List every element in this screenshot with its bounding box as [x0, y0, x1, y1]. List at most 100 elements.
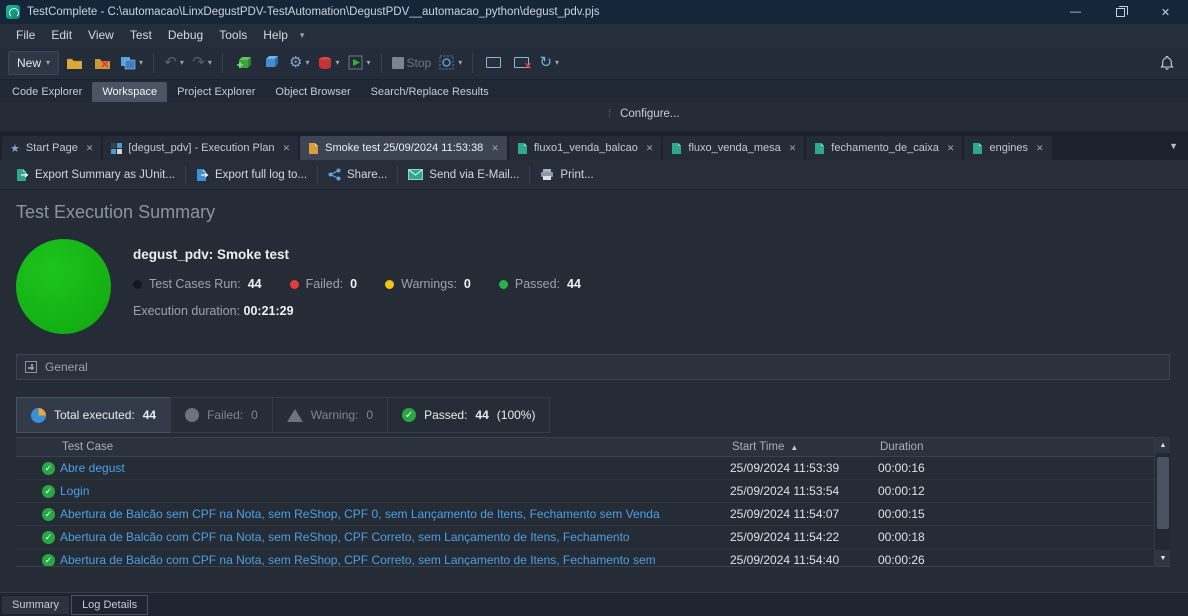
doc-tab-fluxo-venda-mesa[interactable]: fluxo_venda_mesa ✕: [663, 136, 804, 160]
close-windows-button[interactable]: [508, 50, 534, 76]
scrollbar-thumb[interactable]: [1157, 457, 1169, 529]
warning-dot-icon: [385, 280, 394, 289]
testcomplete-app-icon: [6, 5, 20, 19]
tab-project-explorer[interactable]: Project Explorer: [167, 82, 265, 102]
doc-tab-engines[interactable]: engines ✕: [964, 136, 1051, 160]
column-start-time[interactable]: Start Time▲: [730, 441, 878, 453]
general-section-header[interactable]: General: [16, 354, 1170, 380]
add-item-button[interactable]: [230, 50, 256, 76]
export-log-button[interactable]: Export full log to...: [186, 160, 317, 189]
show-desktop-button[interactable]: [480, 50, 506, 76]
record-test-button[interactable]: ▾: [315, 50, 343, 76]
test-case-link[interactable]: Abertura de Balcão com CPF na Nota, sem …: [60, 530, 730, 544]
run-test-button[interactable]: ▾: [345, 50, 374, 76]
export-log-icon: [196, 168, 209, 182]
test-case-link[interactable]: Abre degust: [60, 461, 730, 475]
menu-view[interactable]: View: [80, 26, 122, 44]
menu-tools[interactable]: Tools: [211, 26, 255, 44]
scroll-down-icon[interactable]: ▼: [1155, 550, 1170, 566]
tab-code-explorer[interactable]: Code Explorer: [2, 82, 92, 102]
pie-chart-icon: [31, 408, 46, 423]
new-button[interactable]: New ▾: [8, 51, 59, 75]
table-row[interactable]: ✓ Abre degust 25/09/2024 11:53:39 00:00:…: [16, 457, 1170, 480]
save-all-button[interactable]: ▾: [117, 50, 146, 76]
test-case-link[interactable]: Abertura de Balcão sem CPF na Nota, sem …: [60, 507, 730, 521]
menu-test[interactable]: Test: [122, 26, 160, 44]
close-file-button[interactable]: [89, 50, 115, 76]
close-icon[interactable]: ✕: [947, 143, 955, 154]
share-button[interactable]: Share...: [318, 160, 397, 189]
summary-page: Test Execution Summary degust_pdv: Smoke…: [0, 190, 1188, 592]
summary-info: degust_pdv: Smoke test Test Cases Run: 4…: [133, 239, 581, 334]
filter-tab-passed[interactable]: ✓ Passed: 44 (100%): [387, 397, 550, 433]
vertical-scrollbar[interactable]: ▲ ▼: [1154, 437, 1170, 566]
tab-log-details[interactable]: Log Details: [71, 595, 148, 615]
table-row[interactable]: ✓ Login 25/09/2024 11:53:54 00:00:12: [16, 480, 1170, 503]
test-case-link[interactable]: Login: [60, 484, 730, 498]
menu-debug[interactable]: Debug: [160, 26, 211, 44]
tab-workspace[interactable]: Workspace: [92, 82, 167, 102]
expand-icon[interactable]: [25, 361, 37, 373]
table-row[interactable]: ✓ Abertura de Balcão com CPF na Nota, se…: [16, 526, 1170, 549]
object-spy-button[interactable]: [258, 50, 284, 76]
notifications-button[interactable]: [1154, 50, 1180, 76]
menu-edit[interactable]: Edit: [43, 26, 80, 44]
add-item-icon: [235, 55, 251, 70]
minimize-button[interactable]: —: [1053, 0, 1098, 24]
tab-list-dropdown-icon[interactable]: ▼: [1161, 141, 1186, 151]
configure-link[interactable]: Configure...: [620, 108, 679, 120]
doc-tab-fechamento-de-caixa[interactable]: fechamento_de_caixa ✕: [806, 136, 962, 160]
filter-tab-warning[interactable]: Warning: 0: [272, 397, 388, 433]
run-icon: [348, 55, 364, 70]
tab-object-browser[interactable]: Object Browser: [265, 82, 360, 102]
restore-button[interactable]: [1098, 0, 1143, 24]
chevron-down-icon: ▾: [458, 58, 462, 67]
redo-button[interactable]: ↷ ▾: [189, 50, 215, 76]
test-log-icon: [308, 142, 319, 155]
filter-tab-failed[interactable]: Failed: 0: [170, 397, 273, 433]
stop-button[interactable]: Stop: [389, 50, 435, 76]
rerun-button[interactable]: ↻ ▾: [536, 50, 562, 76]
close-icon[interactable]: ✕: [789, 143, 797, 154]
close-icon[interactable]: ✕: [491, 143, 499, 154]
script-file-icon: [671, 142, 682, 155]
close-icon[interactable]: ✕: [283, 143, 291, 154]
doc-tab-execution-plan[interactable]: [degust_pdv] - Execution Plan ✕: [103, 136, 298, 160]
table-row[interactable]: ✓ Abertura de Balcão sem CPF na Nota, se…: [16, 503, 1170, 526]
drag-handle-icon[interactable]: ⁞: [608, 108, 612, 120]
column-duration[interactable]: Duration: [878, 441, 1170, 453]
menu-help[interactable]: Help: [255, 26, 296, 44]
table-row[interactable]: ✓ Abertura de Balcão com CPF na Nota, se…: [16, 549, 1170, 567]
doc-tab-smoke-test-log[interactable]: Smoke test 25/09/2024 11:53:38 ✕: [300, 136, 507, 160]
menubar: File Edit View Test Debug Tools Help ▾: [0, 24, 1188, 46]
tab-search-replace-results[interactable]: Search/Replace Results: [361, 82, 499, 102]
send-email-button[interactable]: Send via E-Mail...: [398, 160, 529, 189]
tab-summary[interactable]: Summary: [2, 596, 69, 614]
open-file-button[interactable]: [61, 50, 87, 76]
failed-dot-icon: [290, 280, 299, 289]
menu-customize-caret-icon[interactable]: ▾: [300, 30, 305, 41]
menu-file[interactable]: File: [8, 26, 43, 44]
page-title: Test Execution Summary: [16, 202, 1188, 223]
column-test-case[interactable]: Test Case: [60, 441, 730, 453]
doc-tab-start-page[interactable]: ★ Start Page ✕: [2, 136, 101, 160]
close-icon[interactable]: ✕: [86, 143, 94, 154]
close-icon[interactable]: ✕: [646, 143, 654, 154]
failed-filter-icon: [185, 408, 199, 422]
doc-tab-fluxo1-venda-balcao[interactable]: fluxo1_venda_balcao ✕: [509, 136, 662, 160]
checkpoint-wizard-button[interactable]: ⚙ ▾: [286, 50, 312, 76]
passed-check-icon: ✓: [42, 485, 55, 498]
print-button[interactable]: Print...: [530, 160, 603, 189]
run-options-icon: [439, 55, 455, 70]
scroll-up-icon[interactable]: ▲: [1155, 437, 1170, 453]
titlebar: TestComplete - C:\automacao\LinxDegustPD…: [0, 0, 1188, 24]
undo-button[interactable]: ↶ ▾: [161, 50, 187, 76]
run-options-button[interactable]: ▾: [436, 50, 465, 76]
close-icon[interactable]: ✕: [1036, 143, 1044, 154]
filter-tab-total[interactable]: Total executed: 44: [16, 397, 171, 433]
panel-tab-strip: Code Explorer Workspace Project Explorer…: [0, 80, 1188, 102]
export-junit-button[interactable]: Export Summary as JUnit...: [6, 160, 185, 189]
test-case-link[interactable]: Abertura de Balcão com CPF na Nota, sem …: [60, 553, 730, 567]
close-button[interactable]: ✕: [1143, 0, 1188, 24]
chevron-down-icon: ▾: [180, 58, 184, 67]
